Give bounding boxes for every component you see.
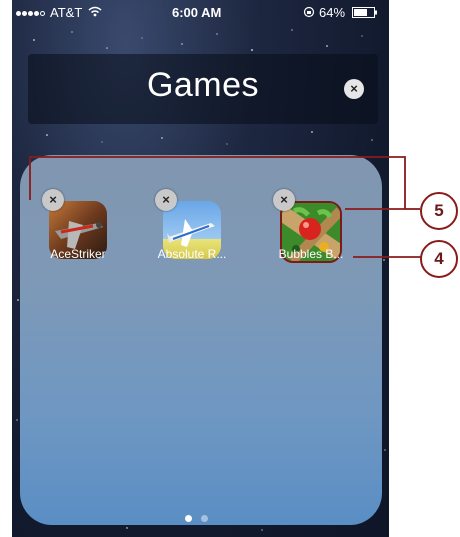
- callout-leader-lines: [29, 156, 422, 258]
- callout-4: 4: [420, 240, 458, 278]
- callout-5: 5: [420, 192, 458, 230]
